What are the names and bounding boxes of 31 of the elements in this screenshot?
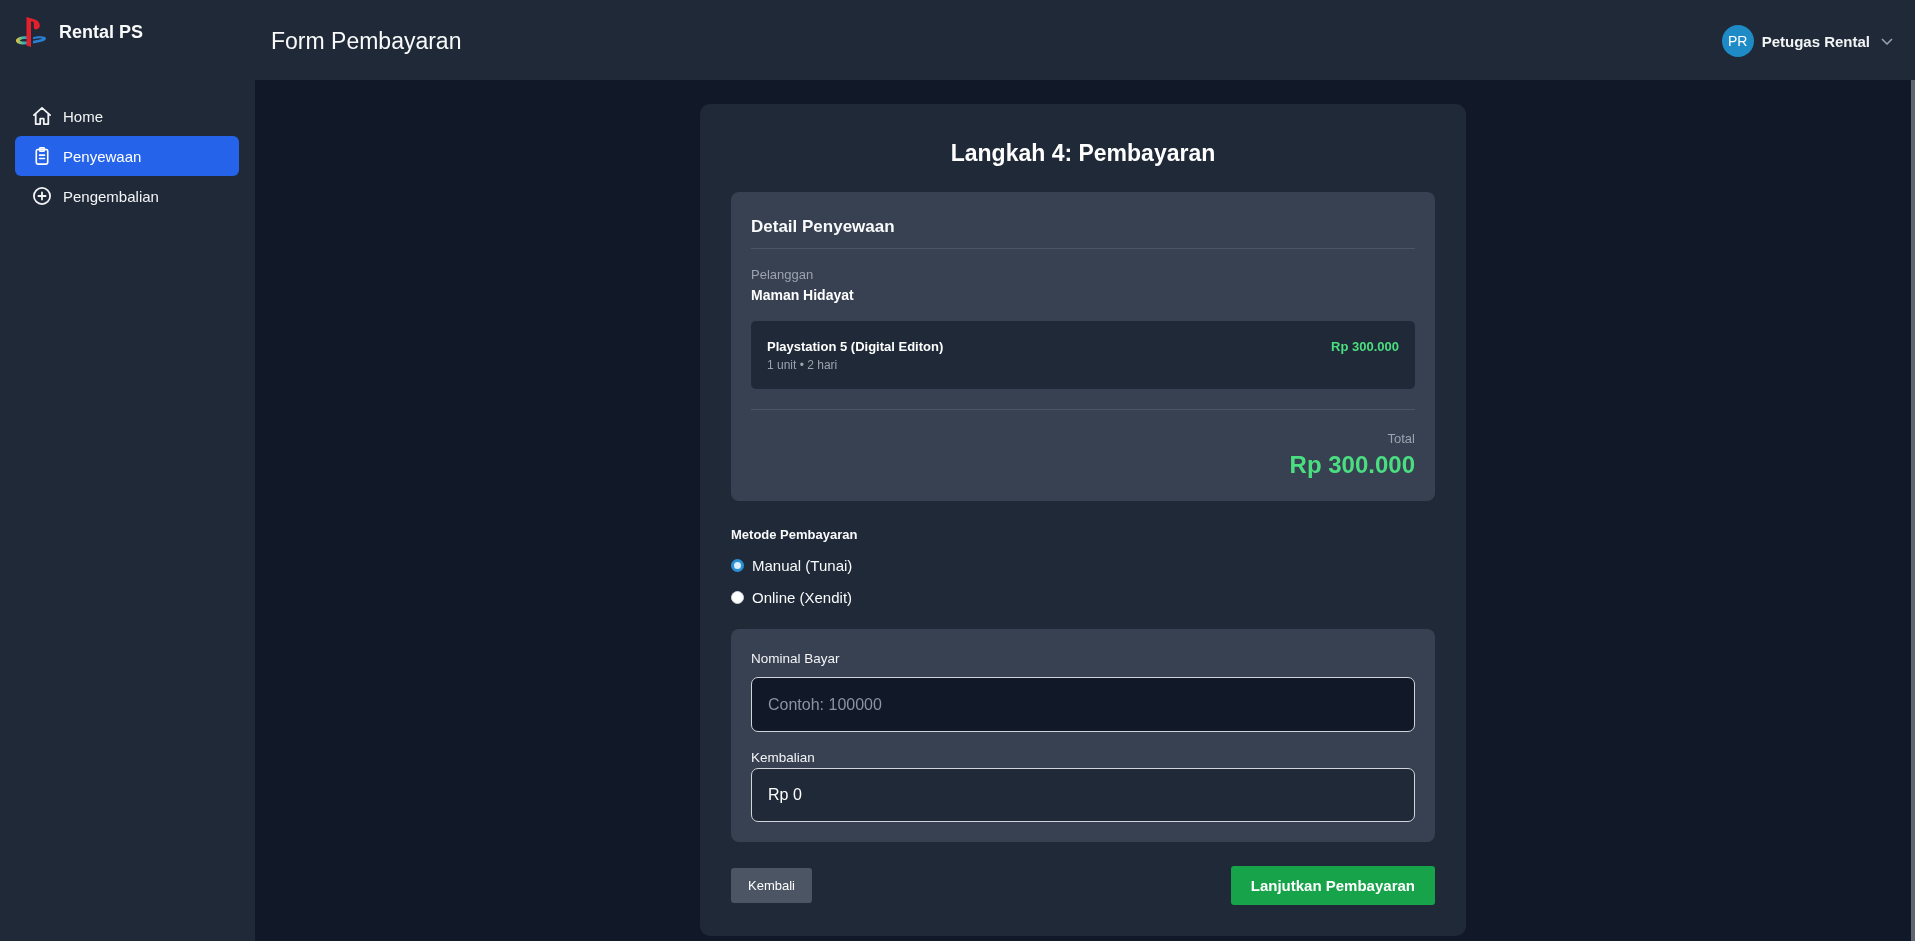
scrollbar[interactable] [1911, 80, 1915, 941]
nav-link[interactable]: Home [15, 96, 239, 136]
item-details: 1 unit • 2 hari [767, 357, 838, 373]
option-label[interactable]: Manual (Tunai) [752, 556, 853, 574]
brand-name: Rental PS [59, 21, 144, 43]
secondary-button[interactable]: Kembali [731, 868, 812, 903]
option-label[interactable]: Online (Xendit) [752, 588, 853, 606]
user-avatar: PR [1721, 25, 1754, 57]
section-heading: Detail Penyewaan [751, 216, 896, 238]
customer-label: Pelanggan [751, 266, 814, 284]
nav-link[interactable]: Penyewaan [15, 136, 239, 176]
radio-button[interactable] [731, 558, 744, 572]
user-name[interactable]: Petugas Rental [1761, 32, 1870, 50]
item-name: Playstation 5 (Digital Editon) [767, 338, 944, 356]
clipboard-icon [35, 147, 49, 165]
chevron-down-icon[interactable] [1881, 37, 1893, 45]
field-label: Metode Pembayaran [731, 526, 858, 544]
field-label: Kembalian [751, 749, 815, 767]
customer-name: Maman Hidayat [751, 286, 854, 305]
readonly-field[interactable]: Rp 0 [751, 768, 1415, 822]
logo-icon [15, 16, 47, 48]
home-icon [33, 107, 51, 125]
input-field[interactable]: Contoh: 100000 [751, 677, 1415, 732]
form-title: Langkah 4: Pembayaran [949, 139, 1217, 168]
item-price: Rp 300.000 [1331, 338, 1399, 356]
field-label: Nominal Bayar [751, 650, 840, 668]
nav-link[interactable]: Pengembalian [15, 176, 239, 216]
total-amount: Rp 300.000 [1289, 450, 1415, 480]
total-label: Total [1387, 430, 1415, 448]
page-title: Form Pembayaran [271, 27, 462, 55]
plus-circle-icon [33, 187, 51, 205]
